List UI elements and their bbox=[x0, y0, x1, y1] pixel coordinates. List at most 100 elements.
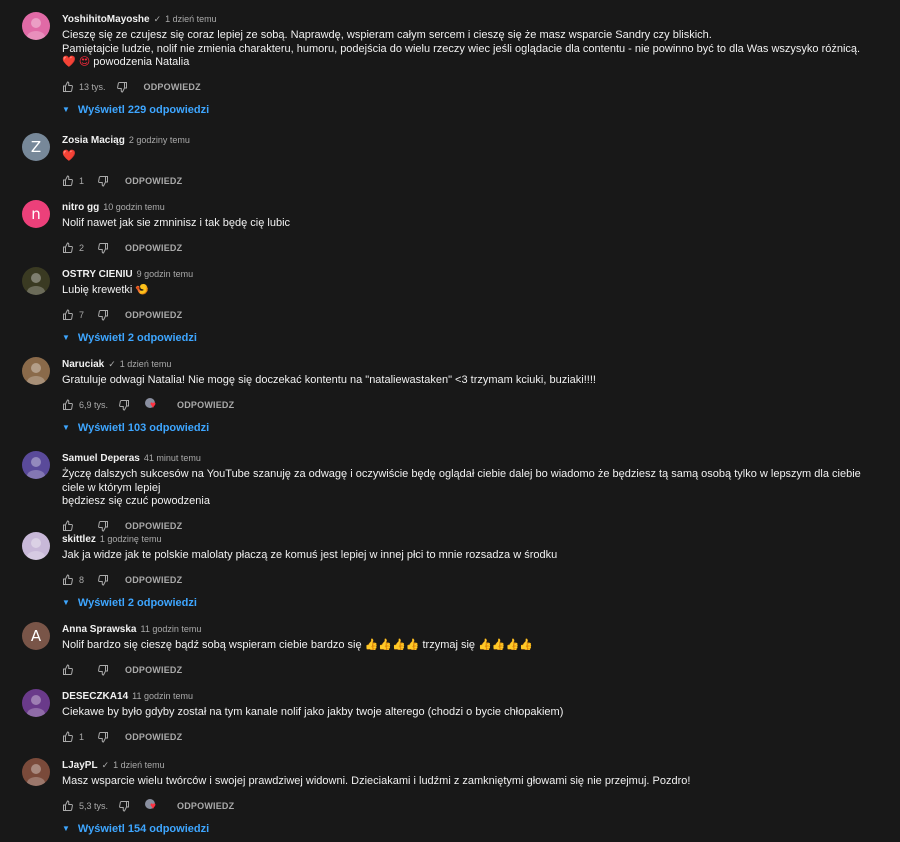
avatar[interactable]: A bbox=[22, 622, 50, 650]
caret-down-icon: ▼ bbox=[62, 423, 70, 432]
author-name[interactable]: nitro gg bbox=[62, 202, 99, 213]
comment-timestamp[interactable]: 11 godzin temu bbox=[132, 691, 193, 701]
dislike-icon[interactable] bbox=[97, 309, 109, 321]
comment-body: OSTRY CIENIU 9 godzin temu Lubię krewetki … bbox=[62, 267, 880, 346]
comment-line: Nolif bardzo się cieszę bądź sobą wspier… bbox=[62, 639, 533, 651]
comment-body: Zosia Maciąg 2 godziny temu ❤️ 1 ODPOWIEDZ bbox=[62, 133, 880, 189]
comment-actions: ODPOWIEDZ bbox=[62, 662, 880, 678]
comment-header: skittlez 1 godzinę temu bbox=[62, 532, 880, 546]
like-icon[interactable] bbox=[62, 80, 74, 93]
reply-button[interactable]: ODPOWIEDZ bbox=[125, 310, 182, 320]
view-replies-button[interactable]: ▼ Wyświetl 229 odpowiedzi bbox=[62, 102, 880, 118]
reply-button[interactable]: ODPOWIEDZ bbox=[125, 732, 182, 742]
comment-actions: 5,3 tys. ♥ ODPOWIEDZ bbox=[62, 798, 880, 814]
dislike-icon[interactable] bbox=[97, 574, 109, 586]
comment-text: Lubię krewetki 🍤 bbox=[62, 284, 880, 298]
comment-text: Jak ja widze jak te polskie malolaty pła… bbox=[62, 549, 880, 563]
comment-header: OSTRY CIENIU 9 godzin temu bbox=[62, 267, 880, 281]
like-icon[interactable] bbox=[62, 573, 74, 586]
dislike-icon[interactable] bbox=[97, 520, 109, 532]
comment-timestamp[interactable]: 9 godzin temu bbox=[137, 269, 194, 279]
reply-button[interactable]: ODPOWIEDZ bbox=[125, 521, 182, 531]
comment-body: skittlez 1 godzinę temu Jak ja widze jak t… bbox=[62, 532, 880, 611]
dislike-icon[interactable] bbox=[97, 664, 109, 676]
like-count: 6,9 tys. bbox=[79, 399, 109, 410]
emoji-prefix: ❤️ 😍 bbox=[62, 56, 91, 68]
like-icon[interactable] bbox=[62, 241, 74, 254]
reply-button[interactable]: ODPOWIEDZ bbox=[125, 665, 182, 675]
comment-line: ❤️ bbox=[62, 150, 76, 162]
dislike-icon[interactable] bbox=[116, 81, 128, 93]
comment-line: Ciekawe by było gdyby został na tym kana… bbox=[62, 706, 564, 718]
author-name[interactable]: skittlez bbox=[62, 534, 96, 545]
comment-line: Nolif nawet jak sie zmninisz i tak będę … bbox=[62, 217, 291, 229]
view-replies-button[interactable]: ▼ Wyświetl 154 odpowiedzi bbox=[62, 821, 880, 837]
comment-actions: 7 ODPOWIEDZ bbox=[62, 307, 880, 323]
avatar[interactable]: Z bbox=[22, 133, 50, 161]
like-count: 1 bbox=[79, 731, 85, 742]
reply-button[interactable]: ODPOWIEDZ bbox=[144, 82, 201, 92]
reply-button[interactable]: ODPOWIEDZ bbox=[177, 801, 234, 811]
author-name[interactable]: LJayPL bbox=[62, 760, 98, 771]
comment-body: Naruciak ✓ 1 dzień temu Gratuluje odwagi Na… bbox=[62, 357, 880, 436]
author-name[interactable]: Naruciak bbox=[62, 359, 104, 370]
like-icon[interactable] bbox=[62, 308, 74, 321]
dislike-icon[interactable] bbox=[97, 731, 109, 743]
author-name[interactable]: OSTRY CIENIU bbox=[62, 269, 133, 280]
dislike-icon[interactable] bbox=[97, 175, 109, 187]
like-count: 1 bbox=[79, 175, 85, 186]
comment-header: Samuel Deperas 41 minut temu bbox=[62, 451, 880, 465]
avatar[interactable] bbox=[22, 12, 50, 40]
reply-button[interactable]: ODPOWIEDZ bbox=[125, 243, 182, 253]
comment-line: Pamiętajcie ludzie, nolif nie zmienia ch… bbox=[62, 42, 861, 55]
comment-timestamp[interactable]: 1 dzień temu bbox=[120, 359, 172, 369]
comment-text: Nolif nawet jak sie zmninisz i tak będę … bbox=[62, 217, 880, 231]
like-icon[interactable] bbox=[62, 174, 74, 187]
reply-button[interactable]: ODPOWIEDZ bbox=[125, 176, 182, 186]
author-name[interactable]: Anna Sprawska bbox=[62, 624, 136, 635]
comment-line: Gratuluje odwagi Natalia! Nie mogę się d… bbox=[62, 374, 596, 386]
avatar[interactable] bbox=[22, 532, 50, 560]
dislike-icon[interactable] bbox=[97, 242, 109, 254]
comment-timestamp[interactable]: 11 godzin temu bbox=[140, 624, 201, 634]
comment-timestamp[interactable]: 41 minut temu bbox=[144, 453, 201, 463]
comment-timestamp[interactable]: 1 dzień temu bbox=[165, 14, 217, 24]
avatar[interactable] bbox=[22, 357, 50, 385]
reply-button[interactable]: ODPOWIEDZ bbox=[125, 575, 182, 585]
author-name[interactable]: Zosia Maciąg bbox=[62, 135, 125, 146]
avatar[interactable] bbox=[22, 758, 50, 786]
comment-line: powodzenia Natalia bbox=[93, 56, 190, 68]
like-icon[interactable] bbox=[62, 799, 74, 812]
comment-text: ❤️ bbox=[62, 150, 880, 164]
view-replies-button[interactable]: ▼ Wyświetl 2 odpowiedzi bbox=[62, 330, 880, 346]
comment-actions: 1 ODPOWIEDZ bbox=[62, 729, 880, 745]
dislike-icon[interactable] bbox=[118, 399, 130, 411]
avatar[interactable]: n bbox=[22, 200, 50, 228]
like-icon[interactable] bbox=[62, 398, 74, 411]
view-replies-button[interactable]: ▼ Wyświetl 2 odpowiedzi bbox=[62, 595, 880, 611]
like-count: 2 bbox=[79, 242, 85, 253]
avatar[interactable] bbox=[22, 267, 50, 295]
author-name[interactable]: Samuel Deperas bbox=[62, 453, 140, 464]
comment-body: DESECZKA14 11 godzin temu Ciekawe by było … bbox=[62, 689, 880, 745]
comment-timestamp[interactable]: 1 dzień temu bbox=[113, 760, 165, 770]
caret-down-icon: ▼ bbox=[62, 598, 70, 607]
author-name[interactable]: DESECZKA14 bbox=[62, 691, 128, 702]
view-replies-button[interactable]: ▼ Wyświetl 103 odpowiedzi bbox=[62, 420, 880, 436]
reply-button[interactable]: ODPOWIEDZ bbox=[177, 400, 234, 410]
verified-check-icon: ✓ bbox=[153, 13, 162, 24]
comment-timestamp[interactable]: 2 godziny temu bbox=[129, 135, 190, 145]
comment-timestamp[interactable]: 10 godzin temu bbox=[103, 202, 165, 212]
like-icon[interactable] bbox=[62, 663, 74, 676]
like-icon[interactable] bbox=[62, 730, 74, 743]
like-count: 13 tys. bbox=[79, 81, 106, 92]
avatar[interactable] bbox=[22, 451, 50, 479]
comment-text: Nolif bardzo się cieszę bądź sobą wspier… bbox=[62, 639, 880, 653]
dislike-icon[interactable] bbox=[118, 800, 130, 812]
like-icon[interactable] bbox=[62, 519, 74, 532]
view-replies-label: Wyświetl 103 odpowiedzi bbox=[77, 421, 210, 434]
avatar[interactable] bbox=[22, 689, 50, 717]
author-name[interactable]: YoshihitoMayoshe bbox=[62, 14, 150, 25]
comment-header: Naruciak ✓ 1 dzień temu bbox=[62, 357, 880, 371]
comment-timestamp[interactable]: 1 godzinę temu bbox=[100, 534, 162, 544]
